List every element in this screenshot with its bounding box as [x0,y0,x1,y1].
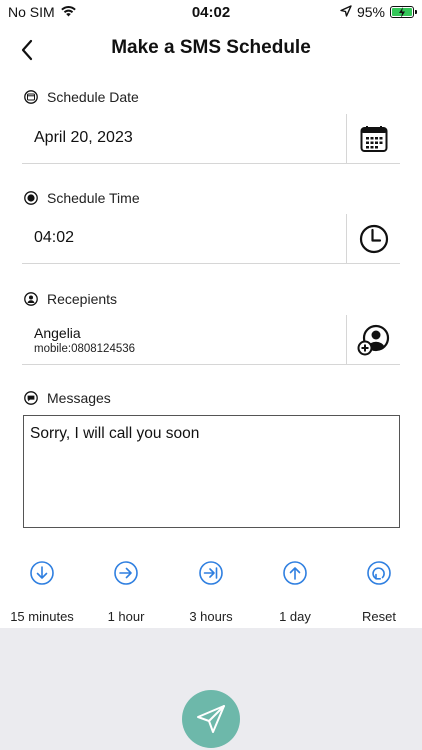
quick-label: Reset [362,609,396,624]
status-bar: No SIM 04:02 95% [0,0,422,26]
quick-1-day-button[interactable]: 1 day [253,560,337,624]
clock-small-icon [24,191,38,205]
recipients-label: Recepients [47,291,118,307]
message-textarea[interactable]: Sorry, I will call you soon [23,415,400,528]
quick-label: 1 hour [107,609,145,624]
quick-15-minutes-button[interactable]: 15 minutes [0,560,84,624]
schedule-time-label: Schedule Time [47,190,140,206]
arrow-right-circle-icon [114,561,138,585]
chat-small-icon [24,391,38,405]
calendar-icon [360,126,387,152]
battery-percent: 95% [356,4,385,20]
messages-label-row: Messages [24,390,111,406]
messages-label: Messages [47,390,111,406]
quick-1-hour-button[interactable]: 1 hour [84,560,168,624]
schedule-date-label-row: Schedule Date [24,89,139,105]
schedule-time-label-row: Schedule Time [24,190,140,206]
recipient-field[interactable]: Angelia mobile:0808124536 [22,315,400,365]
send-button[interactable] [182,690,240,748]
reset-circle-icon [367,561,391,585]
reset-button[interactable]: Reset [337,560,421,624]
arrow-down-circle-icon [30,561,54,585]
quick-label: 1 day [279,609,311,624]
quick-actions: 15 minutes 1 hour 3 hours 1 day Reset [0,560,422,628]
arrow-to-end-circle-icon [199,561,223,585]
calendar-button[interactable] [346,114,400,164]
schedule-date-field[interactable]: April 20, 2023 [22,114,400,164]
schedule-time-value: 04:02 [34,229,75,246]
add-contact-icon [357,324,389,356]
arrow-up-circle-icon [283,561,307,585]
status-right: 95% [340,4,417,20]
paper-plane-icon [197,705,225,733]
quick-label: 3 hours [189,609,233,624]
clock-icon [359,224,388,254]
schedule-time-field[interactable]: 04:02 [22,214,400,264]
nav-header: Make a SMS Schedule [0,26,422,74]
recipient-name: Angelia [34,325,81,341]
recipient-mobile: mobile:0808124536 [34,343,136,355]
quick-label: 15 minutes [10,609,74,624]
schedule-date-label: Schedule Date [47,89,139,105]
schedule-form: Schedule Date April 20, 2023 Schedule Ti… [0,74,422,628]
person-small-icon [24,292,38,306]
add-contact-button[interactable] [346,315,400,365]
battery-charging-icon [390,6,417,18]
schedule-date-value: April 20, 2023 [34,129,133,146]
quick-3-hours-button[interactable]: 3 hours [169,560,253,624]
clock-button[interactable] [346,214,400,264]
recipients-label-row: Recepients [24,291,117,307]
page-title: Make a SMS Schedule [111,37,311,58]
location-arrow-icon [340,4,352,20]
calendar-small-icon [24,90,38,104]
